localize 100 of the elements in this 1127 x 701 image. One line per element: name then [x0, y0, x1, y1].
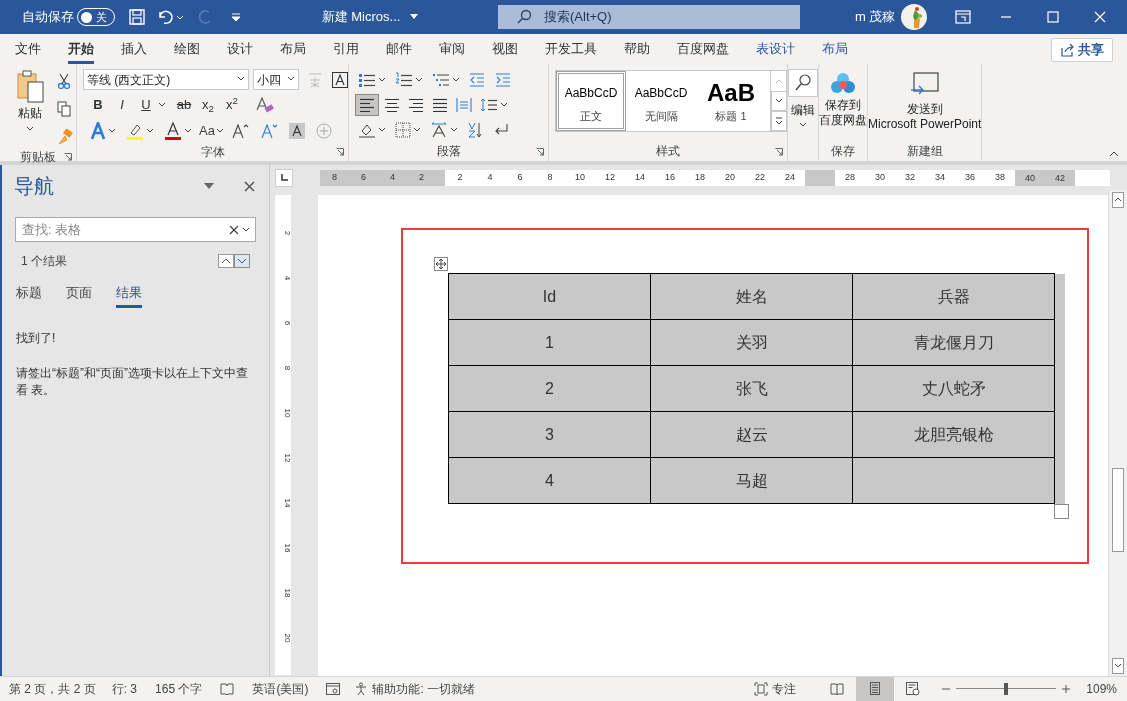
ruler-number: 28 — [844, 170, 856, 184]
ribbon-tab[interactable]: 百度网盘 — [677, 34, 729, 64]
pane-tab[interactable]: 页面 — [66, 280, 92, 308]
ribbon-tab[interactable]: 帮助 — [624, 34, 650, 64]
ruler-number: 4 — [486, 170, 494, 184]
format-button[interactable]: B — [87, 94, 109, 116]
message-text: 找到了! — [16, 330, 57, 347]
style-item[interactable]: AaBbCcD 无间隔 — [626, 71, 696, 131]
format-button[interactable]: x$_{2}$ — [197, 94, 219, 116]
group-label: 段落 — [436, 143, 461, 160]
line-number[interactable]: 行: 3 — [111, 680, 138, 698]
table-cell: 1 — [448, 319, 651, 366]
format-button[interactable]: I — [111, 94, 133, 116]
ribbon-tab[interactable]: 视图 — [492, 34, 518, 64]
ruler-number: 32 — [904, 170, 916, 184]
ribbon-tab[interactable]: 设计 — [227, 34, 253, 64]
format-button[interactable]: x$^{2}$ — [221, 94, 243, 116]
ruler-number: 18 — [694, 170, 706, 184]
paste-button[interactable]: 粘贴 — [12, 70, 48, 148]
search-input[interactable]: 查找: 表格 — [22, 219, 229, 240]
column-header: 兵器 — [852, 273, 1055, 320]
change-case-button[interactable]: Aa — [199, 120, 223, 142]
ruler-number: 8 — [546, 170, 554, 184]
column-header: 姓名 — [650, 273, 853, 320]
table-cell: 丈八蛇矛 — [852, 365, 1055, 412]
font-name-field[interactable]: 等线 (西文正文) — [83, 69, 249, 90]
ribbon-tab[interactable]: 邮件 — [386, 34, 412, 64]
pane-tab[interactable]: 结果 — [116, 280, 142, 308]
table-cell: 2 — [448, 365, 651, 412]
ruler-number: 18 — [282, 588, 291, 598]
search-field[interactable]: 搜索(Alt+Q) — [498, 5, 800, 29]
ruler-number: 6 — [516, 170, 524, 184]
save-to-cloud-button[interactable]: 保存到 百度网盘 — [819, 72, 867, 141]
ruler-number: 16 — [282, 543, 291, 553]
table-cell: 马超 — [650, 457, 853, 504]
ruler-number: 4 — [389, 170, 396, 184]
ribbon-tab[interactable]: 文件 — [15, 34, 41, 64]
group-label: 剪贴板 — [20, 149, 56, 166]
ribbon-tab[interactable]: 插入 — [121, 34, 147, 64]
group-label: 字体 — [200, 143, 225, 161]
format-button[interactable]: ab — [173, 94, 195, 116]
ruler-number: 30 — [874, 170, 886, 184]
document-title[interactable]: 新建 Micros... — [321, 7, 419, 27]
message-text: 请签出“标题”和“页面”选项卡以在上下文中查看 表。 — [16, 365, 249, 399]
focus-button[interactable]: 专注 — [754, 680, 797, 698]
ruler-number: 2 — [282, 230, 291, 236]
ruler-number: 10 — [574, 170, 586, 184]
search-input[interactable]: 搜索(Alt+Q) — [544, 7, 744, 27]
ruler-number: 12 — [282, 453, 291, 463]
zoom-level[interactable]: 109% — [1086, 680, 1117, 698]
ribbon-tab[interactable]: 布局 — [280, 34, 306, 64]
share-button[interactable]: 共享 — [1051, 38, 1113, 62]
user-name: m 茂稼 — [855, 8, 896, 27]
style-item[interactable]: AaBbCcD 正文 — [556, 71, 626, 131]
table-cell: 关羽 — [650, 319, 853, 366]
accessibility-status[interactable]: 辅助功能: 一切就绪 — [354, 680, 476, 698]
group-label: 样式 — [656, 143, 680, 160]
ruler-number: 34 — [934, 170, 946, 184]
font-size-field[interactable]: 小四 — [253, 69, 299, 90]
ribbon-tab[interactable]: 审阅 — [439, 34, 465, 64]
table-cell: 4 — [448, 457, 651, 504]
result-count: 1 个结果 — [21, 253, 68, 270]
ruler-number: 6 — [360, 170, 367, 184]
ruler-number: 2 — [418, 170, 425, 184]
style-item[interactable]: AaB 标题 1 — [696, 71, 766, 131]
pane-tab[interactable]: 标题 — [16, 280, 42, 308]
column-header: Id — [448, 273, 651, 320]
ruler-number: 8 — [331, 170, 338, 184]
language[interactable]: 英语(美国) — [252, 680, 309, 698]
ruler-number: 12 — [604, 170, 616, 184]
page-count[interactable]: 第 2 页，共 2 页 — [9, 680, 96, 698]
ruler-number: 10 — [282, 408, 291, 418]
search-field[interactable]: 查找: 表格 — [15, 217, 256, 242]
ribbon-tab[interactable]: 开发工具 — [545, 34, 597, 64]
ruler-number: 6 — [282, 320, 291, 326]
ruler-number: 16 — [664, 170, 676, 184]
send-to-powerpoint-button[interactable]: 发送到 Microsoft PowerPoint — [868, 72, 982, 141]
word-count[interactable]: 165 个字 — [155, 680, 203, 698]
ruler-number: 14 — [282, 498, 291, 508]
ribbon-tab[interactable]: 绘图 — [174, 34, 200, 64]
ruler-number: 20 — [282, 633, 291, 643]
pane-title: 导航 — [14, 174, 55, 199]
editing-button[interactable]: 编辑 — [788, 69, 818, 141]
table-cell: 青龙偃月刀 — [852, 319, 1055, 366]
ruler-number: 8 — [282, 365, 291, 371]
ruler-number: 38 — [994, 170, 1006, 184]
format-button[interactable]: U — [135, 94, 157, 116]
ruler-number: 22 — [754, 170, 766, 184]
group-label: 新建组 — [906, 143, 943, 160]
table-cell: 龙胆亮银枪 — [852, 411, 1055, 458]
autosave-label: 自动保存 — [22, 8, 74, 27]
table-cell: 张飞 — [650, 365, 853, 412]
ruler-number: 2 — [456, 170, 464, 184]
ribbon-tab[interactable]: 布局 — [822, 34, 848, 64]
ruler-number: 14 — [634, 170, 646, 184]
ruler-number: 40 — [1015, 169, 1045, 186]
ruler-number: 20 — [724, 170, 736, 184]
ribbon-tab[interactable]: 表设计 — [756, 34, 795, 64]
ruler-number: 4 — [282, 275, 291, 281]
ribbon-tab[interactable]: 引用 — [333, 34, 359, 64]
